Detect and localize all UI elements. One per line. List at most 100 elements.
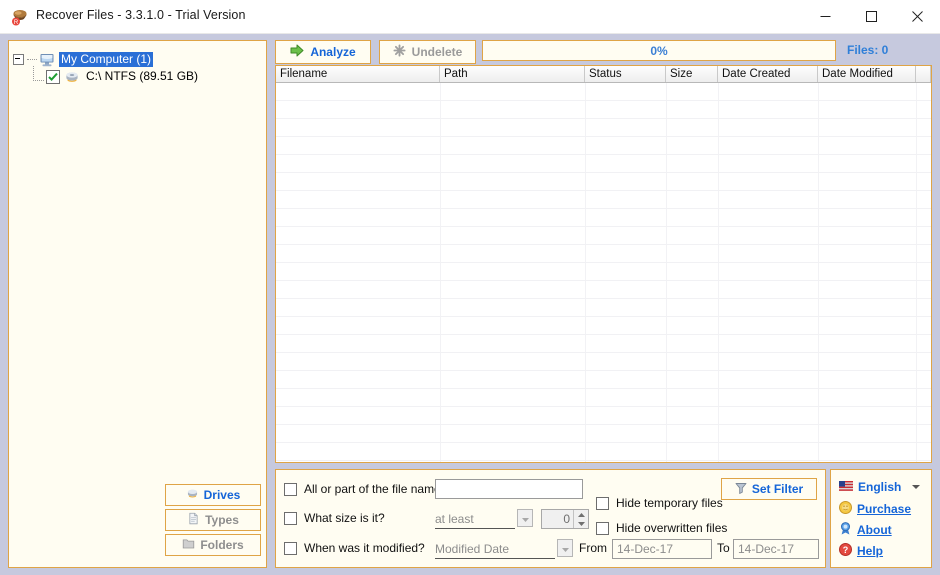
tree-node-drive-c[interactable]: C:\ NTFS (89.51 GB) xyxy=(13,65,262,85)
table-row[interactable] xyxy=(276,299,931,317)
table-row[interactable] xyxy=(276,389,931,407)
filter-name-input[interactable] xyxy=(435,479,583,499)
table-row[interactable] xyxy=(276,371,931,389)
chevron-down-icon xyxy=(521,511,529,525)
filter-date-checkbox[interactable] xyxy=(284,541,297,555)
asterisk-icon xyxy=(393,44,406,60)
table-row[interactable] xyxy=(276,155,931,173)
filter-date-field-combo[interactable]: Modified Date xyxy=(435,539,555,559)
table-row[interactable] xyxy=(276,425,931,443)
table-row[interactable] xyxy=(276,317,931,335)
column-header-size[interactable]: Size xyxy=(666,66,718,82)
tree-node-label: C:\ NTFS (89.51 GB) xyxy=(86,69,199,83)
tree-node-label: My Computer (1) xyxy=(59,52,154,67)
progress-label: 0% xyxy=(650,43,668,58)
filter-size-checkbox[interactable] xyxy=(284,511,297,525)
filter-name-checkbox[interactable] xyxy=(284,482,297,496)
drive-tree[interactable]: My Computer (1) C:\ NTFS (89.51 GB) xyxy=(9,45,266,91)
filter-from-date-input[interactable]: 14-Dec-17 xyxy=(612,539,712,559)
set-filter-button[interactable]: Set Filter xyxy=(721,478,817,500)
tree-node-my-computer[interactable]: My Computer (1) xyxy=(13,51,262,68)
flag-icon xyxy=(839,480,853,494)
document-icon xyxy=(187,512,200,528)
drive-icon xyxy=(64,69,80,85)
hide-temporary-label: Hide temporary files xyxy=(616,496,723,510)
close-button[interactable] xyxy=(894,0,940,33)
title-bar: R Recover Files - 3.3.1.0 - Trial Versio… xyxy=(0,0,940,34)
chevron-down-icon[interactable] xyxy=(912,485,921,489)
filter-to-label: To xyxy=(717,541,730,555)
table-row[interactable] xyxy=(276,83,931,101)
stepper-up-icon[interactable] xyxy=(574,510,588,519)
stepper-down-icon[interactable] xyxy=(574,519,588,528)
main-toolbar: Analyze Undelete 0% Files: 0 xyxy=(275,40,932,64)
collapse-icon[interactable] xyxy=(13,54,24,65)
column-header-path[interactable]: Path xyxy=(440,66,585,82)
table-row[interactable] xyxy=(276,461,931,462)
drives-tree-panel: My Computer (1) C:\ NTFS (89.51 GB) Driv… xyxy=(8,40,267,568)
question-icon: ? xyxy=(839,543,852,559)
table-row[interactable] xyxy=(276,137,931,155)
table-row[interactable] xyxy=(276,245,931,263)
column-header-filename[interactable]: Filename xyxy=(276,66,440,82)
hide-temporary-checkbox[interactable] xyxy=(596,496,609,510)
window-title: Recover Files - 3.3.1.0 - Trial Version xyxy=(36,8,246,22)
folders-button-label: Folders xyxy=(200,538,244,552)
undelete-button: Undelete xyxy=(379,40,476,64)
table-row[interactable] xyxy=(276,209,931,227)
filter-to-date-input[interactable]: 14-Dec-17 xyxy=(733,539,819,559)
stepper-arrows[interactable] xyxy=(573,510,588,528)
about-label: About xyxy=(857,523,892,537)
filter-size-operator-dropdown-button[interactable] xyxy=(517,509,533,527)
file-list-header: Filename Path Status Size Date Created D… xyxy=(276,66,931,83)
filter-date-field-dropdown-button[interactable] xyxy=(557,539,573,557)
table-row[interactable] xyxy=(276,263,931,281)
table-row[interactable] xyxy=(276,281,931,299)
purchase-link[interactable]: Purchase xyxy=(839,501,911,517)
table-row[interactable] xyxy=(276,335,931,353)
table-row[interactable] xyxy=(276,191,931,209)
file-list-body[interactable] xyxy=(276,83,931,462)
filter-date-field-value: Modified Date xyxy=(435,541,510,556)
file-list-panel[interactable]: Filename Path Status Size Date Created D… xyxy=(275,65,932,463)
set-filter-label: Set Filter xyxy=(751,482,804,496)
table-row[interactable] xyxy=(276,227,931,245)
table-row[interactable] xyxy=(276,119,931,137)
filter-name-row: All or part of the file name: xyxy=(284,480,444,498)
language-selector[interactable]: English xyxy=(839,480,921,494)
types-button[interactable]: Types xyxy=(165,509,261,531)
filter-from-label: From xyxy=(579,541,607,555)
filter-panel: All or part of the file name: What size … xyxy=(275,469,826,568)
column-header-date-created[interactable]: Date Created xyxy=(718,66,818,82)
column-header-extra[interactable] xyxy=(916,66,931,82)
table-row[interactable] xyxy=(276,101,931,119)
table-row[interactable] xyxy=(276,353,931,371)
filter-size-operator-value: at least xyxy=(435,511,474,526)
analyze-button[interactable]: Analyze xyxy=(275,40,371,64)
ribbon-icon xyxy=(839,522,852,538)
filter-size-operator-combo[interactable]: at least xyxy=(435,509,515,529)
tree-connector xyxy=(33,65,44,81)
view-mode-buttons: Drives Types Folders xyxy=(165,484,261,559)
column-header-status[interactable]: Status xyxy=(585,66,666,82)
hide-overwritten-checkbox[interactable] xyxy=(596,521,609,535)
chevron-down-icon xyxy=(561,541,569,555)
svg-text:R: R xyxy=(14,20,19,26)
about-link[interactable]: About xyxy=(839,522,892,538)
analyze-button-label: Analyze xyxy=(310,45,356,59)
minimize-button[interactable] xyxy=(802,0,848,33)
drive-checkbox[interactable] xyxy=(46,69,60,84)
table-row[interactable] xyxy=(276,443,931,461)
table-row[interactable] xyxy=(276,173,931,191)
filter-name-label: All or part of the file name: xyxy=(304,482,445,496)
help-label: Help xyxy=(857,544,884,558)
filter-size-row: What size is it? xyxy=(284,509,385,527)
filter-size-label: What size is it? xyxy=(304,511,385,525)
table-row[interactable] xyxy=(276,407,931,425)
drives-button[interactable]: Drives xyxy=(165,484,261,506)
folders-button[interactable]: Folders xyxy=(165,534,261,556)
column-header-date-modified[interactable]: Date Modified xyxy=(818,66,916,82)
maximize-button[interactable] xyxy=(848,0,894,33)
help-link[interactable]: ? Help xyxy=(839,543,883,559)
filter-size-value-stepper[interactable]: 0 xyxy=(541,509,589,529)
